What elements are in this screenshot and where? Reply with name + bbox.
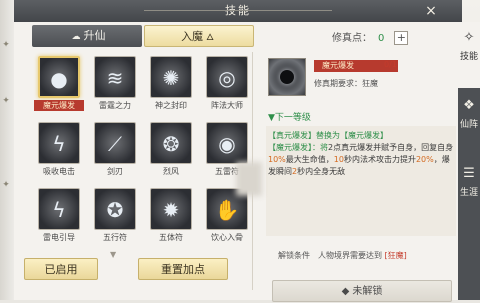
- side-nav: ✧ 技能 ❖ 仙阵 ☰ 生涯: [458, 22, 480, 300]
- skill-slot[interactable]: ϟ 雷电引导: [34, 188, 84, 246]
- unlock-label: 解锁条件 人物境界需要达到: [278, 251, 382, 260]
- skill-icon: ●: [38, 56, 80, 98]
- skill-icon: ✺: [150, 56, 192, 98]
- close-icon[interactable]: ×: [424, 3, 440, 19]
- skill-name: 剑刃: [107, 167, 123, 176]
- skill-slot[interactable]: ✺ 神之封印: [146, 56, 196, 114]
- skill-name: 吸收电击: [43, 167, 75, 176]
- skill-slot[interactable]: ≋ 雷霆之力: [90, 56, 140, 114]
- skill-slot[interactable]: ● 魔元爆发: [34, 56, 84, 114]
- skill-name: 神之封印: [155, 101, 187, 110]
- skill-slot[interactable]: ϟ 吸收电击: [34, 122, 84, 180]
- unlock-value: [狂魔]: [384, 251, 407, 260]
- tab-ascend[interactable]: ☁ 升仙: [32, 25, 142, 47]
- blurred-overlay: [236, 162, 262, 196]
- unlock-condition: 解锁条件 人物境界需要达到 [狂魔]: [278, 250, 407, 261]
- leaf-ornament-icon: ✦: [2, 96, 10, 106]
- skill-name: 饮心入骨: [211, 233, 243, 242]
- array-icon: ❖: [463, 98, 475, 113]
- skill-name: 阵法大师: [211, 101, 243, 110]
- tab-demon[interactable]: 入魔 🜂: [144, 25, 254, 47]
- skill-description: 【真元爆发】替换为【魔元爆发】 【魔元爆发】：将2点真元爆发并赋予自身，回复自身…: [268, 131, 454, 176]
- cloud-icon: ☁: [71, 32, 81, 42]
- detail-skill-level: 0/1: [384, 60, 397, 69]
- skill-icon: ❂: [150, 122, 192, 164]
- skill-slot[interactable]: ✪ 五行符: [90, 188, 140, 246]
- flame-icon: 🜂: [206, 33, 214, 43]
- skill-icon: ⟋: [94, 122, 136, 164]
- detail-skill-icon: [268, 58, 306, 96]
- skill-icon: ϟ: [38, 122, 80, 164]
- skill-icon: ◉: [206, 122, 248, 164]
- skill-icon: ϟ: [38, 188, 80, 230]
- skill-slot[interactable]: ◎ 阵法大师: [202, 56, 252, 114]
- side-nav-array[interactable]: ❖ 仙阵: [458, 90, 480, 156]
- detail-requirement: 修真期要求：狂魔: [314, 79, 378, 88]
- skill-name: 魔元爆发: [34, 100, 84, 111]
- skill-icon: ≋: [94, 56, 136, 98]
- tab-demon-label: 入魔: [181, 30, 204, 43]
- side-nav-label: 仙阵: [459, 120, 478, 130]
- locked-button[interactable]: ◆ 未解锁: [272, 280, 452, 302]
- enabled-button[interactable]: 已启用: [24, 258, 98, 280]
- skill-name: 烈风: [163, 167, 179, 176]
- title-divider-right: [212, 10, 332, 11]
- leaf-ornament-icon: ✦: [2, 40, 10, 50]
- left-edge-strip: ✦ ✦ ✦: [0, 0, 14, 300]
- skill-name: 五行符: [103, 233, 127, 242]
- skill-name: 五体符: [159, 233, 183, 242]
- leaf-ornament-icon: ✦: [2, 180, 10, 190]
- skill-icon: ◎: [206, 56, 248, 98]
- skill-icon: ✪: [94, 188, 136, 230]
- cultivation-points: 修真点： 0 +: [332, 29, 409, 45]
- skill-slot[interactable]: ✋ 饮心入骨: [202, 188, 252, 246]
- skill-slot[interactable]: ❂ 烈风: [146, 122, 196, 180]
- skill-name: 雷霆之力: [99, 101, 131, 110]
- side-nav-skills[interactable]: ✧ 技能: [458, 22, 480, 88]
- skill-slot[interactable]: ⟋ 剑刃: [90, 122, 140, 180]
- scroll-icon: ☰: [463, 166, 475, 181]
- add-points-button[interactable]: +: [394, 31, 409, 45]
- scroll-down-icon[interactable]: ▼: [110, 250, 116, 259]
- next-level-heading: ▼下一等级: [268, 113, 311, 123]
- skill-slot[interactable]: ✹ 五体符: [146, 188, 196, 246]
- skill-icon: ✹: [150, 188, 192, 230]
- skill-name: 雷电引导: [43, 233, 75, 242]
- points-label: 修真点：: [332, 33, 372, 44]
- reset-points-button[interactable]: 重置加点: [138, 258, 228, 280]
- skill-grid: ● 魔元爆发 ≋ 雷霆之力 ✺ 神之封印 ◎ 阵法大师 ϟ 吸收电击 ⟋ 剑刃 …: [20, 52, 254, 284]
- skill-panel: ☁ 升仙 入魔 🜂 修真点： 0 + ● 魔元爆发 ≋ 雷霆之力 ✺ 神之封印 ◎ 阵法…: [14, 22, 458, 302]
- points-value: 0: [378, 33, 385, 44]
- tab-ascend-label: 升仙: [83, 29, 106, 42]
- book-icon: ✧: [463, 30, 475, 45]
- side-nav-career[interactable]: ☰ 生涯: [458, 158, 480, 224]
- side-nav-label: 生涯: [459, 188, 478, 198]
- tab-bar: ☁ 升仙 入魔 🜂: [32, 25, 254, 47]
- side-nav-label: 技能: [459, 52, 478, 62]
- window-titlebar: 技能 ×: [14, 0, 462, 22]
